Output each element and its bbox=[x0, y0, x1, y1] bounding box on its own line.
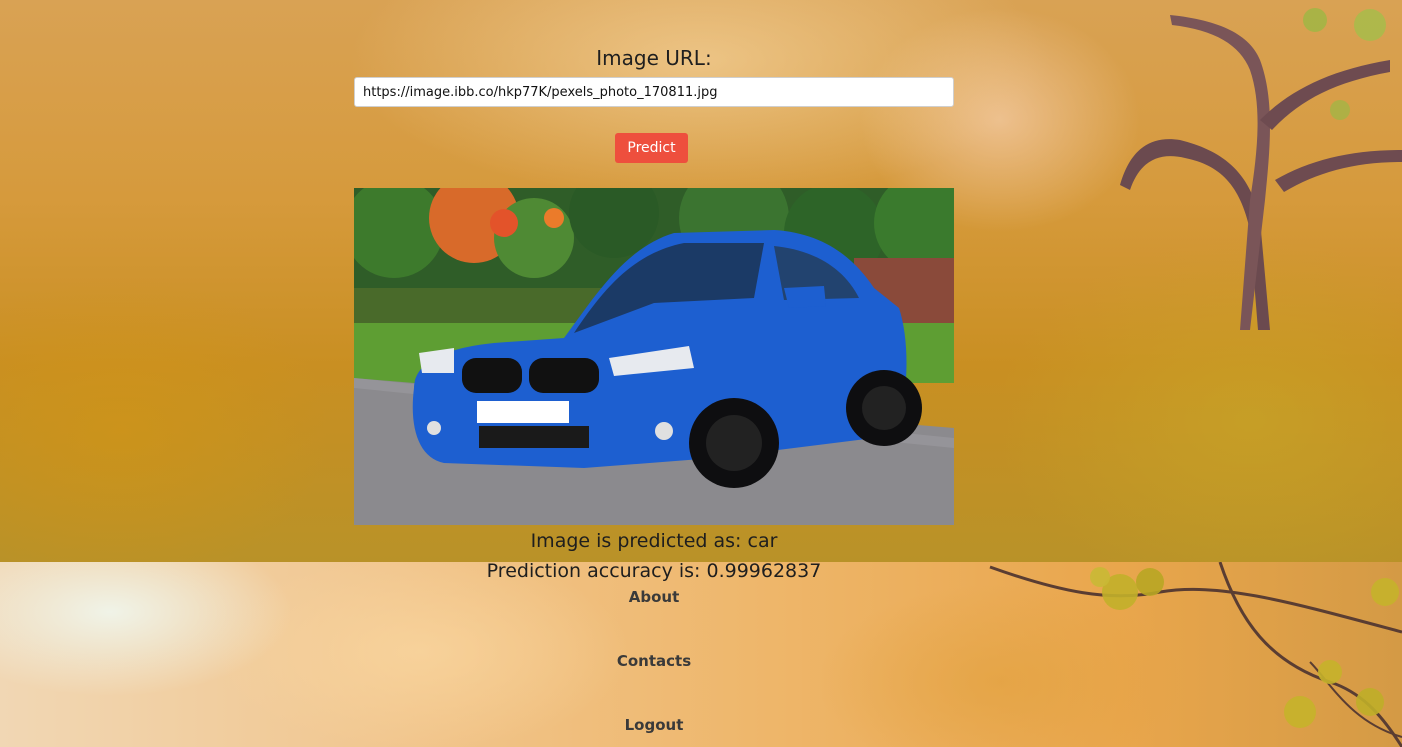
nav-logout-link[interactable]: Logout bbox=[554, 716, 754, 734]
car-photo bbox=[354, 188, 954, 525]
nav-contacts-link[interactable]: Contacts bbox=[554, 652, 754, 670]
image-url-input[interactable] bbox=[354, 77, 954, 107]
prediction-accuracy-text: Prediction accuracy is: 0.99962837 bbox=[486, 560, 822, 582]
image-preview bbox=[354, 188, 954, 525]
predict-button[interactable]: Predict bbox=[615, 133, 688, 163]
image-url-label: Image URL: bbox=[596, 46, 712, 70]
nav-about-link[interactable]: About bbox=[554, 588, 754, 606]
prediction-class-text: Image is predicted as: car bbox=[530, 530, 778, 552]
